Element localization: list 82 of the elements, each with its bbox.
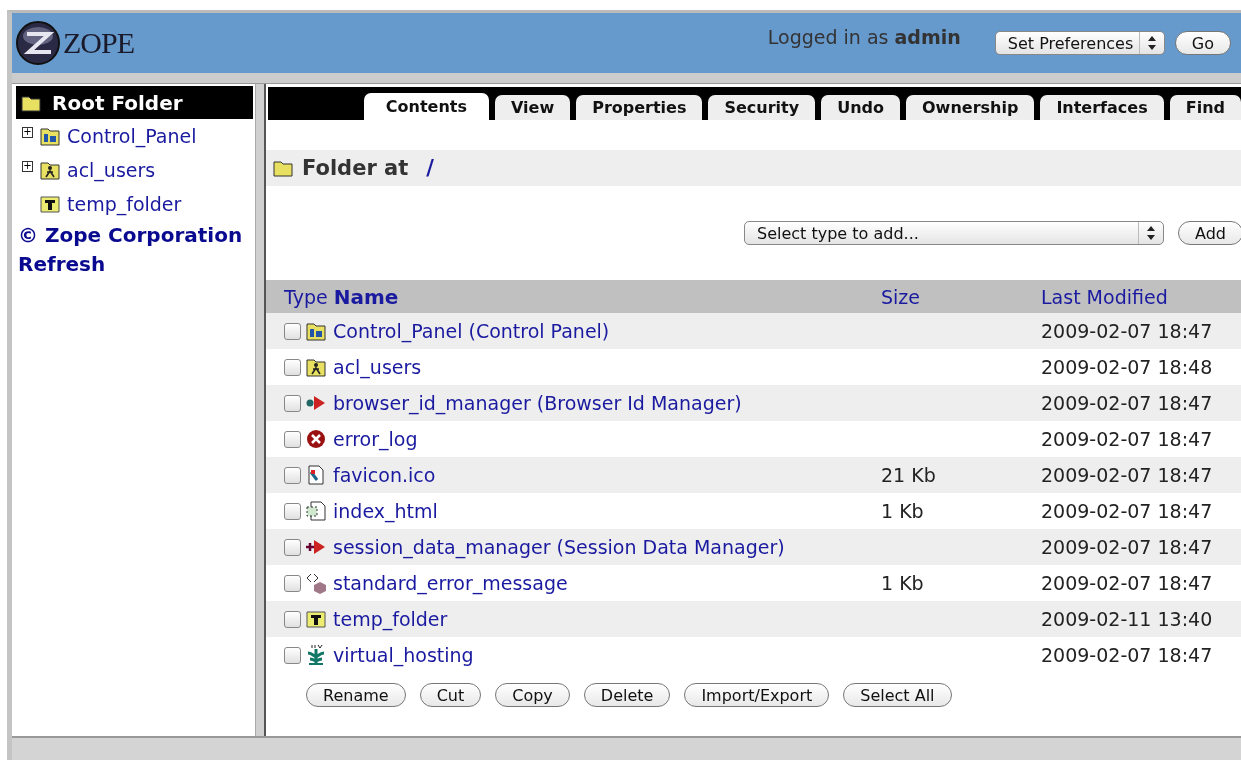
action-button[interactable]: Copy xyxy=(495,683,570,707)
modified-cell-text: 2009-02-07 18:47 xyxy=(1041,428,1214,450)
tab[interactable]: Ownership xyxy=(906,95,1035,120)
item-link[interactable]: standard_error_message xyxy=(333,572,568,594)
item-link[interactable]: Control_Panel (Control Panel) xyxy=(333,320,610,342)
row-checkbox[interactable] xyxy=(284,430,301,448)
tab[interactable]: Find xyxy=(1169,95,1241,120)
tab[interactable]: Undo xyxy=(821,95,900,120)
type-select[interactable]: Select type to add... xyxy=(744,221,1164,245)
select-arrows-icon xyxy=(1147,226,1155,240)
tab[interactable]: Contents xyxy=(363,93,489,120)
item-link[interactable]: index_html xyxy=(333,500,438,522)
modified-cell-text: 2009-02-07 18:47 xyxy=(1041,572,1214,594)
temp-folder-icon xyxy=(39,193,61,215)
modified-cell-text: 2009-02-07 18:47 xyxy=(1041,392,1214,414)
tree-item[interactable]: acl_users xyxy=(67,159,156,181)
column-header[interactable]: Last Modified xyxy=(1041,285,1241,308)
row-checkbox[interactable] xyxy=(284,466,301,484)
row-checkbox[interactable] xyxy=(284,502,301,520)
select-arrows-icon xyxy=(1147,36,1156,50)
preferences-select[interactable]: Set Preferences xyxy=(994,31,1165,55)
root-folder-title: Root Folder xyxy=(52,90,183,115)
row-checkbox[interactable] xyxy=(284,574,301,592)
page-icon xyxy=(305,500,327,522)
tab[interactable]: Interfaces xyxy=(1040,95,1164,120)
tab[interactable]: Security xyxy=(708,95,816,120)
item-link[interactable]: error_log xyxy=(333,428,418,450)
action-button[interactable]: Rename xyxy=(306,683,406,707)
item-link[interactable]: acl_users xyxy=(333,356,422,378)
row-checkbox[interactable] xyxy=(284,394,301,412)
users-folder-icon xyxy=(39,159,61,181)
logo-text: ZOPE xyxy=(63,26,134,60)
action-button[interactable]: Import/Export xyxy=(684,683,830,707)
item-link[interactable]: session_data_manager (Session Data Manager) xyxy=(333,536,785,558)
login-status: Logged in as admin xyxy=(767,26,961,48)
location-label: Folder at xyxy=(302,156,409,180)
row-checkbox[interactable] xyxy=(284,538,301,556)
tree-item[interactable]: Control_Panel xyxy=(67,125,197,147)
code-icon xyxy=(305,572,327,594)
row-checkbox[interactable] xyxy=(284,322,301,340)
go-button[interactable]: Go xyxy=(1174,31,1231,55)
users-folder-icon xyxy=(305,356,327,378)
item-link[interactable]: virtual_hosting xyxy=(333,644,474,666)
column-header[interactable]: Type xyxy=(284,285,328,308)
action-button[interactable]: Select All xyxy=(843,683,952,707)
row-checkbox[interactable] xyxy=(284,646,301,664)
modified-cell-text: 2009-02-07 18:47 xyxy=(1041,464,1214,486)
tab[interactable]: View xyxy=(494,95,571,120)
item-link[interactable]: browser_id_manager (Browser Id Manager) xyxy=(333,392,742,414)
column-header[interactable]: Size xyxy=(881,285,1041,308)
modified-cell-text: 2009-02-07 18:47 xyxy=(1041,536,1214,558)
tree-icon xyxy=(305,644,327,666)
expand-toggle[interactable]: + xyxy=(22,160,33,172)
size-cell-text: 1 Kb xyxy=(881,572,925,594)
sidebar-link[interactable]: Refresh xyxy=(16,250,253,279)
modified-cell-text: 2009-02-07 18:47 xyxy=(1041,500,1214,522)
splitter[interactable] xyxy=(256,84,266,736)
modified-cell-text: 2009-02-07 18:47 xyxy=(1041,320,1214,342)
row-checkbox[interactable] xyxy=(284,610,301,628)
image-file-icon xyxy=(305,464,327,486)
size-cell-text: 21 Kb xyxy=(881,464,937,486)
error-icon xyxy=(305,428,327,450)
tab[interactable]: Properties xyxy=(576,95,703,120)
control-panel-icon xyxy=(305,320,327,342)
item-link[interactable]: temp_folder xyxy=(333,608,448,630)
modified-cell-text: 2009-02-07 18:47 xyxy=(1041,644,1214,666)
size-cell-text: 1 Kb xyxy=(881,500,925,522)
column-header[interactable]: Name xyxy=(333,284,399,309)
logo-icon xyxy=(15,20,61,66)
action-button[interactable]: Cut xyxy=(419,683,482,707)
add-button[interactable]: Add xyxy=(1178,221,1241,245)
expand-toggle[interactable]: + xyxy=(22,126,33,138)
modified-cell-text: 2009-02-11 13:40 xyxy=(1041,608,1214,630)
modified-cell-text: 2009-02-07 18:48 xyxy=(1041,356,1214,378)
row-checkbox[interactable] xyxy=(284,358,301,376)
tree-item[interactable]: temp_folder xyxy=(67,193,182,215)
action-button[interactable]: Delete xyxy=(583,683,671,707)
path-link[interactable]: / xyxy=(426,156,434,180)
temp-folder-icon xyxy=(305,608,327,630)
item-link[interactable]: favicon.ico xyxy=(333,464,436,486)
sidebar-link[interactable]: © Zope Corporation xyxy=(16,221,253,250)
control-panel-icon xyxy=(39,125,61,147)
